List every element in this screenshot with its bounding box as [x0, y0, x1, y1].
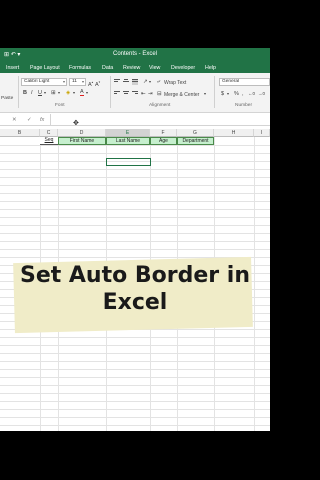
number-format-select[interactable]: General	[219, 78, 270, 86]
number-format-value: General	[222, 79, 240, 84]
fx-icon[interactable]: fx	[40, 117, 44, 123]
tab-formulas[interactable]: Formulas	[69, 65, 91, 71]
chevron-down-icon: ▾	[62, 79, 65, 84]
bold-icon[interactable]: B	[23, 90, 27, 96]
excel-window: ⊞ ↶ ▾ Contents - Excel Insert Page Layou…	[0, 48, 270, 431]
font-group-label: Font	[55, 103, 65, 108]
column-header-i[interactable]: I	[254, 129, 270, 137]
alignment-group-label: Alignment	[149, 103, 171, 108]
column-header-b[interactable]: B	[0, 129, 40, 137]
active-cell-selection[interactable]	[106, 158, 151, 166]
font-size-value: 11	[72, 79, 77, 84]
tab-review[interactable]: Review	[123, 65, 140, 71]
font-name-select[interactable]: Calibri Light ▾	[21, 78, 67, 86]
orientation-icon[interactable]: ↗	[143, 79, 148, 85]
column-header-h[interactable]: H	[214, 129, 254, 137]
ribbon: Paste Calibri Light ▾ 11 ▾ A▴ A▾ B I U ▾…	[0, 73, 270, 113]
chevron-down-icon: ▾	[81, 79, 84, 84]
formula-bar: ✕ ✓ fx	[0, 114, 270, 126]
chevron-down-icon[interactable]: ▾	[86, 90, 88, 96]
bottom-letterbox	[0, 431, 270, 480]
currency-icon[interactable]: $	[221, 91, 224, 97]
decrease-font-icon[interactable]: A▾	[95, 79, 100, 88]
chevron-down-icon[interactable]: ▾	[44, 90, 46, 96]
ribbon-separator	[110, 76, 111, 108]
ribbon-separator	[18, 76, 19, 108]
font-name-value: Calibri Light	[24, 79, 50, 84]
align-bottom-icon[interactable]	[132, 79, 138, 85]
increase-decimal-icon[interactable]: ←0	[248, 91, 255, 97]
italic-icon[interactable]: I	[31, 90, 33, 96]
tab-view[interactable]: View	[149, 65, 160, 71]
banner-line-1: Set Auto Border in	[19, 263, 251, 288]
fill-color-icon[interactable]: ◈	[66, 90, 70, 96]
comma-style-icon[interactable]: ,	[242, 91, 244, 97]
align-top-icon[interactable]	[114, 79, 120, 85]
tab-data[interactable]: Data	[102, 65, 113, 71]
chevron-down-icon[interactable]: ▾	[58, 90, 60, 96]
font-size-select[interactable]: 11 ▾	[69, 78, 86, 86]
chevron-down-icon[interactable]: ▾	[149, 79, 151, 85]
enter-icon[interactable]: ✓	[27, 117, 32, 123]
increase-font-icon[interactable]: A▴	[88, 79, 93, 88]
title-bar: ⊞ ↶ ▾ Contents - Excel	[0, 48, 270, 62]
header-cell-seq[interactable]: Seq	[40, 137, 58, 145]
header-cell-age[interactable]: Age	[150, 137, 177, 145]
tab-developer[interactable]: Developer	[171, 65, 195, 71]
tab-insert[interactable]: Insert	[6, 65, 19, 71]
number-group-label: Number	[235, 103, 253, 108]
increase-indent-icon[interactable]: ⇥	[148, 91, 153, 97]
banner-title: Set Auto Border in Excel	[0, 262, 270, 316]
banner-line-2: Excel	[102, 290, 168, 315]
header-cell-seq-text: Seq	[44, 137, 54, 143]
paste-button[interactable]: Paste	[1, 96, 13, 102]
align-left-icon[interactable]	[114, 91, 120, 97]
chevron-down-icon[interactable]: ▾	[227, 91, 229, 97]
cancel-icon[interactable]: ✕	[12, 117, 17, 123]
header-cell-last-name[interactable]: Last Name	[106, 137, 150, 145]
column-header-e[interactable]: E	[106, 129, 150, 137]
mouse-cursor-icon: ✥	[73, 120, 79, 127]
chevron-down-icon[interactable]: ▾	[73, 90, 75, 96]
wrap-text-icon[interactable]: ⤶	[157, 79, 160, 85]
decrease-decimal-icon[interactable]: →0	[258, 91, 265, 97]
ribbon-separator	[214, 76, 215, 108]
window-title: Contents - Excel	[112, 51, 158, 57]
ribbon-tabs: Insert Page Layout Formulas Data Review …	[0, 62, 270, 73]
merge-icon[interactable]: ⊟	[157, 91, 162, 97]
merge-center-button[interactable]: Merge & Center	[164, 92, 199, 98]
align-right-icon[interactable]	[132, 91, 138, 97]
align-center-icon[interactable]	[123, 91, 129, 97]
tab-help[interactable]: Help	[205, 65, 216, 71]
percent-icon[interactable]: %	[234, 91, 239, 97]
column-header-g[interactable]: G	[177, 129, 214, 137]
top-letterbox	[0, 0, 270, 48]
chevron-down-icon[interactable]: ▾	[204, 91, 206, 97]
formula-divider	[50, 114, 51, 126]
column-header-d[interactable]: D	[58, 129, 106, 137]
column-header-f[interactable]: F	[150, 129, 177, 137]
wrap-text-button[interactable]: Wrap Text	[164, 80, 186, 86]
underline-icon[interactable]: U	[38, 90, 42, 96]
header-cell-department[interactable]: Department	[177, 137, 214, 145]
column-header-c[interactable]: C	[40, 129, 58, 137]
font-color-icon[interactable]: A	[80, 89, 84, 96]
decrease-indent-icon[interactable]: ⇤	[141, 91, 146, 97]
header-cell-first-name[interactable]: First Name	[58, 137, 106, 145]
tab-page-layout[interactable]: Page Layout	[30, 65, 60, 71]
align-middle-icon[interactable]	[123, 79, 129, 85]
borders-icon[interactable]: ⊞	[51, 90, 56, 96]
